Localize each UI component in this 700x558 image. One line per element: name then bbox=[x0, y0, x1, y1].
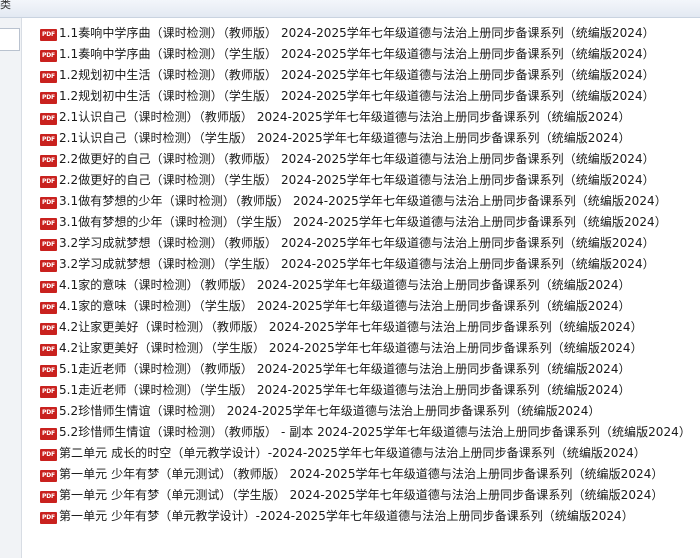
file-name: 2.2做更好的自己（课时检测）（学生版） 2024-2025学年七年级道德与法治… bbox=[59, 173, 655, 187]
pdf-file-icon: PDF bbox=[40, 511, 57, 524]
pdf-file-icon: PDF bbox=[40, 448, 57, 461]
pdf-file-icon: PDF bbox=[40, 280, 57, 293]
file-item[interactable]: PDF 第一单元 少年有梦（单元测试）（教师版） 2024-2025学年七年级道德… bbox=[40, 464, 691, 485]
file-name: 4.1家的意味（课时检测）（学生版） 2024-2025学年七年级道德与法治上册… bbox=[59, 299, 631, 313]
file-item[interactable]: PDF 3.1做有梦想的少年（课时检测）（教师版） 2024-2025学年七年级道… bbox=[40, 191, 691, 212]
file-name: 5.1走近老师（课时检测）（学生版） 2024-2025学年七年级道德与法治上册… bbox=[59, 383, 631, 397]
file-item[interactable]: PDF 2.2做更好的自己（课时检测）（教师版） 2024-2025学年七年级道德… bbox=[40, 149, 691, 170]
file-item[interactable]: PDF 2.2做更好的自己（课时检测）（学生版） 2024-2025学年七年级道德… bbox=[40, 170, 691, 191]
file-name: 3.1做有梦想的少年（课时检测）（教师版） 2024-2025学年七年级道德与法… bbox=[59, 194, 667, 208]
file-item[interactable]: PDF 5.2珍惜师生情谊（课时检测）（教师版） - 副本 2024-2025学年… bbox=[40, 422, 691, 443]
file-name: 3.1做有梦想的少年（课时检测）（学生版） 2024-2025学年七年级道德与法… bbox=[59, 215, 667, 229]
file-name: 第二单元 成长的时空（单元教学设计）-2024-2025学年七年级道德与法治上册… bbox=[59, 446, 646, 460]
file-item[interactable]: PDF 2.1认识自己（课时检测）（学生版） 2024-2025学年七年级道德与法… bbox=[40, 128, 691, 149]
pdf-file-icon: PDF bbox=[40, 322, 57, 335]
file-name: 4.2让家更美好（课时检测）（学生版） 2024-2025学年七年级道德与法治上… bbox=[59, 341, 643, 355]
pdf-file-icon: PDF bbox=[40, 217, 57, 230]
pdf-file-icon: PDF bbox=[40, 469, 57, 482]
pdf-file-icon: PDF bbox=[40, 427, 57, 440]
file-name: 3.2学习成就梦想（课时检测）（学生版） 2024-2025学年七年级道德与法治… bbox=[59, 257, 655, 271]
file-item[interactable]: PDF 2.1认识自己（课时检测）（教师版） 2024-2025学年七年级道德与法… bbox=[40, 107, 691, 128]
pdf-file-icon: PDF bbox=[40, 70, 57, 83]
file-name: 2.2做更好的自己（课时检测）（教师版） 2024-2025学年七年级道德与法治… bbox=[59, 152, 655, 166]
file-name: 第一单元 少年有梦（单元教学设计）-2024-2025学年七年级道德与法治上册同… bbox=[59, 509, 634, 523]
file-item[interactable]: PDF 第一单元 少年有梦（单元测试）（学生版） 2024-2025学年七年级道德… bbox=[40, 485, 691, 506]
file-name: 5.1走近老师（课时检测）（教师版） 2024-2025学年七年级道德与法治上册… bbox=[59, 362, 631, 376]
file-name: 1.2规划初中生活（课时检测）（学生版） 2024-2025学年七年级道德与法治… bbox=[59, 89, 655, 103]
pdf-file-icon: PDF bbox=[40, 343, 57, 356]
pdf-file-icon: PDF bbox=[40, 112, 57, 125]
pdf-file-icon: PDF bbox=[40, 91, 57, 104]
file-item[interactable]: PDF 第一单元 少年有梦（单元教学设计）-2024-2025学年七年级道德与法治… bbox=[40, 506, 691, 527]
file-name: 1.1奏响中学序曲（课时检测）（教师版） 2024-2025学年七年级道德与法治… bbox=[59, 26, 655, 40]
pdf-file-icon: PDF bbox=[40, 28, 57, 41]
file-item[interactable]: PDF 1.2规划初中生活（课时检测）（教师版） 2024-2025学年七年级道德… bbox=[40, 65, 691, 86]
file-name: 4.1家的意味（课时检测）（教师版） 2024-2025学年七年级道德与法治上册… bbox=[59, 278, 631, 292]
file-item[interactable]: PDF 1.2规划初中生活（课时检测）（学生版） 2024-2025学年七年级道德… bbox=[40, 86, 691, 107]
pdf-file-icon: PDF bbox=[40, 490, 57, 503]
file-item[interactable]: PDF 5.1走近老师（课时检测）（教师版） 2024-2025学年七年级道德与法… bbox=[40, 359, 691, 380]
pdf-file-icon: PDF bbox=[40, 175, 57, 188]
navigation-pane[interactable] bbox=[0, 18, 22, 558]
pdf-file-icon: PDF bbox=[40, 385, 57, 398]
file-item[interactable]: PDF 4.2让家更美好（课时检测）（教师版） 2024-2025学年七年级道德与… bbox=[40, 317, 691, 338]
navigation-pane-item[interactable] bbox=[0, 28, 20, 51]
pdf-file-icon: PDF bbox=[40, 301, 57, 314]
file-item[interactable]: PDF 5.2珍惜师生情谊（课时检测） 2024-2025学年七年级道德与法治上册… bbox=[40, 401, 691, 422]
file-name: 4.2让家更美好（课时检测）（教师版） 2024-2025学年七年级道德与法治上… bbox=[59, 320, 643, 334]
file-item[interactable]: PDF 第二单元 成长的时空（单元教学设计）-2024-2025学年七年级道德与法… bbox=[40, 443, 691, 464]
file-name: 2.1认识自己（课时检测）（教师版） 2024-2025学年七年级道德与法治上册… bbox=[59, 110, 631, 124]
pdf-file-icon: PDF bbox=[40, 196, 57, 209]
file-item[interactable]: PDF 3.1做有梦想的少年（课时检测）（学生版） 2024-2025学年七年级道… bbox=[40, 212, 691, 233]
file-name: 2.1认识自己（课时检测）（学生版） 2024-2025学年七年级道德与法治上册… bbox=[59, 131, 631, 145]
file-item[interactable]: PDF 4.1家的意味（课时检测）（学生版） 2024-2025学年七年级道德与法… bbox=[40, 296, 691, 317]
file-name: 3.2学习成就梦想（课时检测）（教师版） 2024-2025学年七年级道德与法治… bbox=[59, 236, 655, 250]
pdf-file-icon: PDF bbox=[40, 364, 57, 377]
file-name: 第一单元 少年有梦（单元测试）（教师版） 2024-2025学年七年级道德与法治… bbox=[59, 467, 664, 481]
file-item[interactable]: PDF 3.2学习成就梦想（课时检测）（学生版） 2024-2025学年七年级道德… bbox=[40, 254, 691, 275]
file-list: PDF 1.1奏响中学序曲（课时检测）（教师版） 2024-2025学年七年级道德… bbox=[40, 23, 691, 527]
file-name: 5.2珍惜师生情谊（课时检测）（教师版） - 副本 2024-2025学年七年级… bbox=[59, 425, 691, 439]
file-name: 5.2珍惜师生情谊（课时检测） 2024-2025学年七年级道德与法治上册同步备… bbox=[59, 404, 601, 418]
file-item[interactable]: PDF 1.1奏响中学序曲（课时检测）（教师版） 2024-2025学年七年级道德… bbox=[40, 23, 691, 44]
toolbar-text: 类 bbox=[0, 0, 11, 11]
pdf-file-icon: PDF bbox=[40, 259, 57, 272]
pdf-file-icon: PDF bbox=[40, 154, 57, 167]
top-toolbar: 类 bbox=[0, 0, 700, 18]
file-name: 第一单元 少年有梦（单元测试）（学生版） 2024-2025学年七年级道德与法治… bbox=[59, 488, 664, 502]
pdf-file-icon: PDF bbox=[40, 238, 57, 251]
file-name: 1.1奏响中学序曲（课时检测）（学生版） 2024-2025学年七年级道德与法治… bbox=[59, 47, 655, 61]
pdf-file-icon: PDF bbox=[40, 49, 57, 62]
file-item[interactable]: PDF 4.1家的意味（课时检测）（教师版） 2024-2025学年七年级道德与法… bbox=[40, 275, 691, 296]
file-item[interactable]: PDF 1.1奏响中学序曲（课时检测）（学生版） 2024-2025学年七年级道德… bbox=[40, 44, 691, 65]
file-item[interactable]: PDF 5.1走近老师（课时检测）（学生版） 2024-2025学年七年级道德与法… bbox=[40, 380, 691, 401]
file-item[interactable]: PDF 3.2学习成就梦想（课时检测）（教师版） 2024-2025学年七年级道德… bbox=[40, 233, 691, 254]
file-name: 1.2规划初中生活（课时检测）（教师版） 2024-2025学年七年级道德与法治… bbox=[59, 68, 655, 82]
pdf-file-icon: PDF bbox=[40, 133, 57, 146]
file-item[interactable]: PDF 4.2让家更美好（课时检测）（学生版） 2024-2025学年七年级道德与… bbox=[40, 338, 691, 359]
pdf-file-icon: PDF bbox=[40, 406, 57, 419]
